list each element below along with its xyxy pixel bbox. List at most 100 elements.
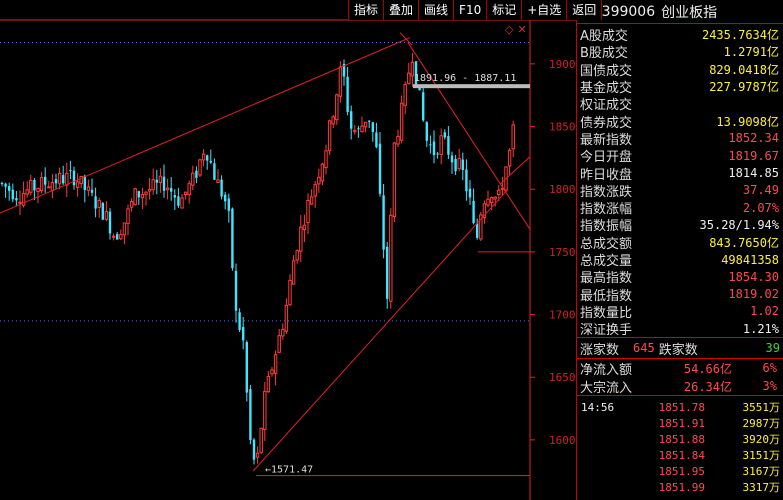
candle (450, 151, 454, 174)
candle (213, 158, 216, 181)
candle (18, 190, 22, 215)
toolbar-add-watchlist-button[interactable]: +自选 (521, 0, 567, 20)
candle (104, 201, 109, 222)
candle (346, 66, 349, 116)
candle (255, 446, 260, 464)
tick-price: 1851.78 (658, 400, 705, 414)
candle (86, 179, 91, 197)
stat-value: 1852.34 (728, 131, 779, 146)
candle (209, 149, 212, 164)
candle (461, 152, 464, 181)
candle (273, 350, 278, 386)
candle (403, 81, 407, 115)
candle (295, 249, 299, 264)
toolbar-indicator-button[interactable]: 指标 (348, 0, 384, 20)
stat-row: 最低指数 1819.02 (577, 285, 783, 304)
candle (472, 188, 475, 225)
stat-row: 深证换手 1.21% (577, 320, 783, 339)
stat-label: 指数涨幅 (580, 202, 633, 218)
candle (119, 229, 123, 241)
candle (180, 193, 184, 209)
tick-volume: 3151万 (742, 449, 781, 463)
candle (50, 174, 55, 199)
stat-value: 1854.30 (728, 269, 779, 284)
kline-chart-area[interactable]: 指标 叠加 画线 F10 标记 +自选 返回 ◇ ✕ 1600 1650 1700 1… (0, 0, 603, 500)
candle (407, 62, 411, 85)
close-icon[interactable]: ✕ (517, 24, 526, 36)
stat-value: 1819.67 (728, 148, 779, 163)
candle (389, 208, 393, 309)
stat-label: 总成交额 (580, 236, 633, 252)
stat-row: 基金成交 227.9787亿 (577, 78, 783, 96)
candle (220, 175, 223, 200)
diamond-icon[interactable]: ◇ (505, 24, 513, 36)
candle (108, 208, 112, 240)
stat-label: 最新指数 (580, 132, 633, 148)
candle (360, 116, 364, 133)
toolbar-overlay-button[interactable]: 叠加 (383, 0, 419, 20)
tick-time: 14:56 (581, 400, 615, 414)
flow-label: 净流入额 (580, 362, 633, 378)
stat-row: 权证成交 (577, 95, 783, 114)
stat-label: 权证成交 (580, 98, 633, 114)
toolbar-mark-button[interactable]: 标记 (486, 0, 522, 20)
index-info-panel: G 399006 创业板指 A股成交 2435.7634亿 B股成交 1.2791亿国… (576, 0, 783, 500)
flow-row: 净流入额 54.66亿 6% (577, 359, 783, 378)
candle (357, 125, 360, 138)
candle (173, 189, 176, 210)
stat-label: 总成交量 (580, 254, 633, 270)
candle (375, 122, 378, 149)
stat-value: 2.07% (742, 200, 779, 215)
trend-line (252, 188, 509, 472)
toolbar-f10-button[interactable]: F10 (453, 0, 487, 20)
trend-line (0, 37, 411, 214)
stat-label: 最低指数 (580, 288, 633, 304)
candle (224, 191, 227, 210)
y-tick-label: 1900 (549, 58, 576, 71)
candle (252, 438, 256, 465)
stat-value: 1.02 (750, 304, 779, 319)
advance-decline-row: 涨家数 645 跌家数 39 (577, 338, 783, 358)
down-count-label: 跌家数 (658, 342, 698, 358)
stat-row: 最新指数 1852.34 (577, 130, 783, 148)
low-label: ←1571.47 (265, 465, 313, 476)
toolbar-back-button[interactable]: 返回 (566, 0, 603, 20)
candle (511, 120, 515, 158)
stat-row: 指数振幅 35.28/1.94% (577, 216, 783, 235)
stat-row: 指数涨幅 2.07% (577, 199, 783, 218)
stat-row: 最高指数 1854.30 (577, 268, 783, 287)
candle (122, 222, 127, 245)
high-marker-bar (413, 84, 530, 89)
stat-row: 总成交量 49841358 (577, 251, 783, 270)
tick-row: 1851.84 3151万 (577, 447, 783, 463)
y-tick-label: 1750 (549, 246, 576, 259)
candle (191, 165, 195, 191)
y-tick-label: 1850 (549, 121, 576, 134)
candle (432, 130, 436, 164)
candle (443, 129, 446, 140)
stat-label: 今日开盘 (580, 150, 633, 166)
candle (429, 135, 432, 154)
chart-toolbar: 指标 叠加 画线 F10 标记 +自选 返回 (348, 0, 603, 20)
toolbar-drawline-button[interactable]: 画线 (418, 0, 454, 20)
stat-value: 35.28/1.94% (699, 217, 779, 232)
candle (368, 120, 371, 129)
candle (479, 211, 483, 242)
flow-amount: 26.34亿 (683, 379, 732, 394)
tick-price: 1851.84 (658, 448, 705, 462)
candles (0, 53, 515, 465)
candle (147, 178, 152, 200)
candle (306, 193, 310, 235)
candle (447, 126, 450, 159)
tick-volume: 3551万 (742, 401, 781, 415)
y-tick-label: 1650 (549, 371, 576, 384)
flow-amount: 54.66亿 (683, 361, 732, 376)
candle (277, 328, 281, 353)
candlestick-chart[interactable]: 1600 1650 1700 1750 1800 1850 1900 1891.96 - 1… (0, 0, 576, 500)
candle (183, 191, 188, 200)
high-label: 1891.96 - 1887.11 (414, 73, 516, 84)
candle (15, 190, 18, 207)
candle (158, 168, 163, 193)
candle (468, 180, 472, 205)
tick-list: 14:56 1851.78 3551万 1851.91 2987万 1851.88 3920… (577, 396, 783, 495)
